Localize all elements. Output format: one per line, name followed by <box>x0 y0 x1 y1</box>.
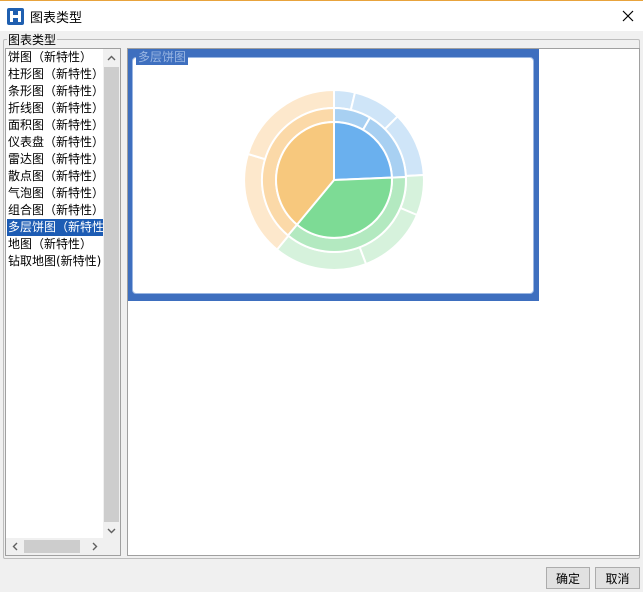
list-item-drill-map[interactable]: 钻取地图(新特性) <box>7 253 105 270</box>
scroll-up-arrow-icon[interactable] <box>103 49 120 66</box>
group-label: 图表类型 <box>7 31 58 48</box>
chart-preview-frame <box>132 57 534 294</box>
list-item-multi-pie[interactable]: 多层饼图（新特性 <box>7 219 105 236</box>
app-logo-icon <box>7 8 24 25</box>
close-icon <box>622 10 634 22</box>
scroll-left-arrow-icon[interactable] <box>6 538 23 555</box>
vertical-scroll-thumb[interactable] <box>104 67 119 551</box>
title-bar: 图表类型 <box>0 0 643 31</box>
list-item-area[interactable]: 面积图（新特性） <box>7 117 105 134</box>
list-item-bar[interactable]: 条形图（新特性） <box>7 83 105 100</box>
window-title: 图表类型 <box>30 11 83 26</box>
list-item-map[interactable]: 地图（新特性） <box>7 236 105 253</box>
scroll-right-arrow-icon[interactable] <box>86 538 103 555</box>
chart-preview-card[interactable] <box>128 49 539 301</box>
list-item-line[interactable]: 折线图（新特性） <box>7 100 105 117</box>
list-item-column[interactable]: 柱形图（新特性） <box>7 66 105 83</box>
list-item-gauge[interactable]: 仪表盘（新特性） <box>7 134 105 151</box>
ok-button[interactable]: 确定 <box>546 567 590 589</box>
chart-type-list[interactable]: 饼图（新特性） 柱形图（新特性） 条形图（新特性） 折线图（新特性） 面积图（新… <box>5 48 121 556</box>
horizontal-scrollbar[interactable] <box>6 538 120 555</box>
horizontal-scroll-thumb[interactable] <box>24 540 80 553</box>
cancel-button[interactable]: 取消 <box>595 567 640 589</box>
list-item-bubble[interactable]: 气泡图（新特性） <box>7 185 105 202</box>
list-item-pie[interactable]: 饼图（新特性） <box>7 49 105 66</box>
multi-layer-pie-illustration <box>243 88 425 271</box>
chart-preview-title: 多层饼图 <box>136 49 189 65</box>
list-item-scatter[interactable]: 散点图（新特性） <box>7 168 105 185</box>
close-button[interactable] <box>613 1 643 31</box>
list-item-combo[interactable]: 组合图（新特性） <box>7 202 105 219</box>
list-item-radar[interactable]: 雷达图（新特性） <box>7 151 105 168</box>
scroll-down-arrow-icon[interactable] <box>103 522 120 539</box>
vertical-scrollbar[interactable] <box>103 49 120 551</box>
